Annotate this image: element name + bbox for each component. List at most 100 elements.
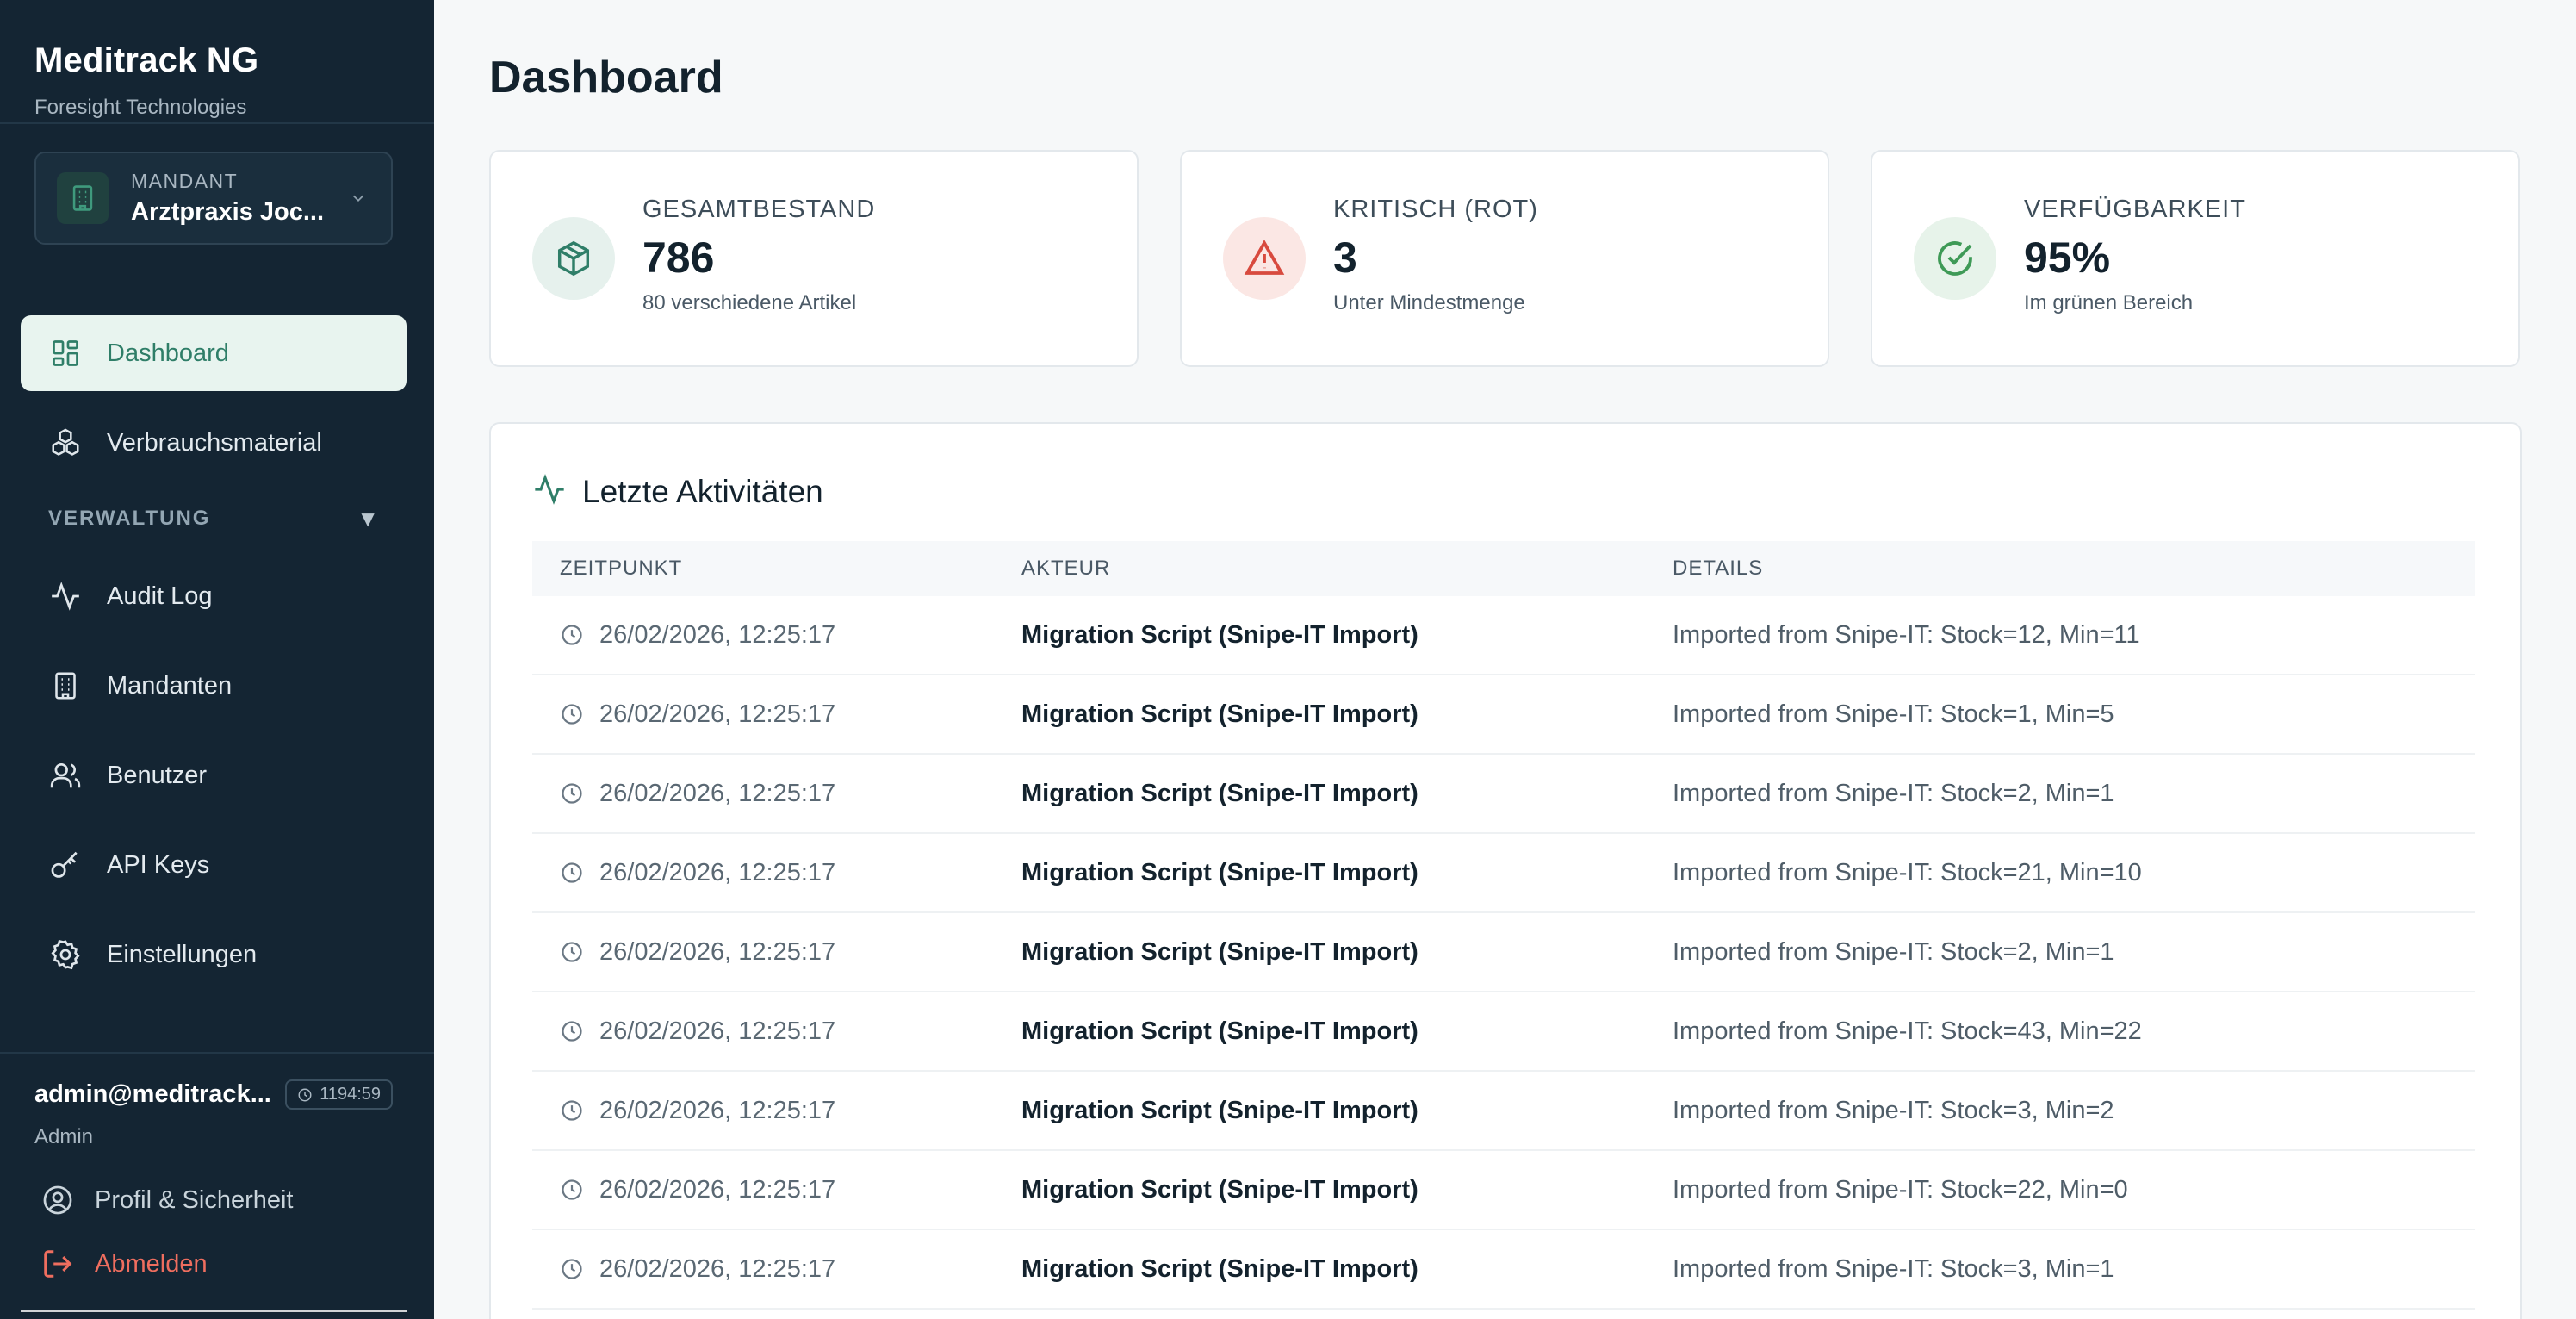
section-toggle-administration[interactable]: VERWALTUNG ▼ — [48, 495, 379, 543]
stat-card-total-stock: GESAMTBESTAND 786 80 verschiedene Artike… — [489, 150, 1139, 367]
section-label: VERWALTUNG — [48, 507, 211, 530]
nav-item-users[interactable]: Benutzer — [21, 737, 407, 813]
column-header-time: ZEITPUNKT — [560, 557, 683, 580]
session-timer-value: 1194:59 — [320, 1085, 381, 1104]
nav-item-api-keys[interactable]: API Keys — [21, 827, 407, 903]
nav-item-dashboard[interactable]: Dashboard — [21, 315, 407, 391]
time-value: 26/02/2026, 12:25:17 — [599, 858, 836, 887]
dashboard-icon — [48, 336, 83, 370]
nav-label-audit-log: Audit Log — [107, 582, 213, 610]
key-icon — [48, 848, 83, 882]
table-row: 26/02/2026, 12:25:17 Migration Script (S… — [532, 755, 2475, 834]
caret-down-icon: ▼ — [357, 505, 379, 532]
nav-label-settings: Einstellungen — [107, 940, 258, 968]
clock-icon — [560, 1257, 584, 1281]
tenant-text: MANDANT Arztpraxis Joc... — [131, 170, 346, 227]
cell-actor: Migration Script (Snipe-IT Import) — [1021, 700, 1418, 728]
nav-item-settings[interactable]: Einstellungen — [21, 917, 407, 992]
nav-item-tenants[interactable]: Mandanten — [21, 648, 407, 724]
activity-icon — [48, 579, 83, 613]
focus-underline — [21, 1310, 407, 1312]
cell-actor: Migration Script (Snipe-IT Import) — [1021, 858, 1418, 887]
clock-icon — [560, 623, 584, 647]
nav-label-api-keys: API Keys — [107, 850, 210, 879]
clock-icon — [298, 1088, 312, 1101]
nav-item-audit-log[interactable]: Audit Log — [21, 558, 407, 634]
cell-actor: Migration Script (Snipe-IT Import) — [1021, 779, 1418, 807]
cell-actor: Migration Script (Snipe-IT Import) — [1021, 1254, 1418, 1283]
nav-item-consumables[interactable]: Verbrauchsmaterial — [21, 405, 407, 481]
cell-details: Imported from Snipe-IT: Stock=43, Min=22 — [1673, 1017, 2142, 1045]
tenant-selector[interactable]: MANDANT Arztpraxis Joc... — [34, 152, 393, 245]
stat-value: 786 — [642, 233, 715, 282]
time-value: 26/02/2026, 12:25:17 — [599, 700, 836, 728]
stat-subtext: 80 verschiedene Artikel — [642, 290, 857, 314]
cell-details: Imported from Snipe-IT: Stock=1, Min=5 — [1673, 700, 2114, 728]
session-timer: 1194:59 — [285, 1079, 393, 1110]
chevron-down-icon — [346, 189, 370, 208]
table-row: 26/02/2026, 12:25:17 Migration Script (S… — [532, 1151, 2475, 1230]
column-header-details: DETAILS — [1673, 557, 1764, 580]
cell-time: 26/02/2026, 12:25:17 — [532, 621, 1021, 650]
brand: Meditrack NG Foresight Technologies — [0, 0, 434, 124]
clock-icon — [560, 1178, 584, 1202]
nav-label-consumables: Verbrauchsmaterial — [107, 428, 322, 457]
nav-label-tenants: Mandanten — [107, 671, 233, 700]
time-value: 26/02/2026, 12:25:17 — [599, 1175, 836, 1204]
boxes-icon — [48, 426, 83, 460]
table-row: 26/02/2026, 12:25:17 Migration Script (S… — [532, 1230, 2475, 1310]
cell-actor: Migration Script (Snipe-IT Import) — [1021, 1096, 1418, 1124]
stat-value: 95% — [2024, 233, 2111, 282]
activity-icon — [532, 472, 567, 511]
app-subtitle: Foresight Technologies — [34, 96, 247, 119]
table-row: 26/02/2026, 12:25:17 Migration Script (S… — [532, 992, 2475, 1072]
clock-icon — [560, 781, 584, 806]
user-panel: admin@meditrack... 1194:59 Admin Profil … — [0, 1052, 434, 1319]
main-nav: Dashboard Verbrauchsmaterial VERWALTUNG … — [0, 315, 434, 992]
page-title: Dashboard — [489, 53, 723, 103]
time-value: 26/02/2026, 12:25:17 — [599, 620, 836, 649]
table-row: 26/02/2026, 12:25:17 Migration Script (S… — [532, 913, 2475, 992]
time-value: 26/02/2026, 12:25:17 — [599, 937, 836, 966]
profile-security-link[interactable]: Profil & Sicherheit — [41, 1184, 434, 1216]
user-role: Admin — [34, 1125, 94, 1148]
cell-time: 26/02/2026, 12:25:17 — [532, 1017, 1021, 1046]
cell-time: 26/02/2026, 12:25:17 — [532, 1255, 1021, 1284]
activity-header: Letzte Aktivitäten — [491, 424, 2520, 511]
profile-link-label: Profil & Sicherheit — [95, 1185, 294, 1214]
building-icon — [48, 669, 83, 703]
nav-label-users: Benutzer — [107, 761, 208, 789]
table-row: 26/02/2026, 12:25:17 Migration Script (S… — [532, 1072, 2475, 1151]
logout-button[interactable]: Abmelden — [41, 1247, 434, 1280]
tenant-name: Arztpraxis Joc... — [131, 198, 325, 226]
cell-time: 26/02/2026, 12:25:17 — [532, 938, 1021, 967]
activity-title: Letzte Aktivitäten — [582, 473, 823, 509]
clock-icon — [560, 1019, 584, 1043]
administration-nav: Audit Log Mandanten Benutzer API Keys Ei… — [0, 558, 434, 992]
sidebar: Meditrack NG Foresight Technologies MAND… — [0, 0, 434, 1319]
users-icon — [48, 758, 83, 793]
stat-label: GESAMTBESTAND — [642, 195, 876, 223]
gear-icon — [48, 937, 83, 972]
user-email: admin@meditrack... — [34, 1080, 271, 1108]
time-value: 26/02/2026, 12:25:17 — [599, 1096, 836, 1124]
stat-subtext: Im grünen Bereich — [2024, 290, 2194, 314]
cell-actor: Migration Script (Snipe-IT Import) — [1021, 937, 1418, 966]
cell-actor: Migration Script (Snipe-IT Import) — [1021, 620, 1418, 649]
stat-card-availability: VERFÜGBARKEIT 95% Im grünen Bereich — [1871, 150, 2520, 367]
cell-details: Imported from Snipe-IT: Stock=2, Min=1 — [1673, 937, 2114, 966]
stat-body: KRITISCH (ROT) 3 Unter Mindestmenge — [1333, 196, 1538, 315]
clock-icon — [560, 1098, 584, 1123]
cell-details: Imported from Snipe-IT: Stock=2, Min=1 — [1673, 779, 2114, 807]
cell-actor: Migration Script (Snipe-IT Import) — [1021, 1017, 1418, 1045]
user-circle-icon — [41, 1184, 74, 1216]
table-row: 26/02/2026, 12:25:17 Migration Script (S… — [532, 596, 2475, 675]
cell-details: Imported from Snipe-IT: Stock=3, Min=1 — [1673, 1254, 2114, 1283]
stat-label: VERFÜGBARKEIT — [2024, 195, 2246, 223]
cell-time: 26/02/2026, 12:25:17 — [532, 1097, 1021, 1125]
stat-body: VERFÜGBARKEIT 95% Im grünen Bereich — [2024, 196, 2246, 315]
app-root: Meditrack NG Foresight Technologies MAND… — [0, 0, 2576, 1319]
table-header: ZEITPUNKT AKTEUR DETAILS — [532, 541, 2475, 596]
user-row: admin@meditrack... 1194:59 — [0, 1054, 434, 1110]
nav-label-dashboard: Dashboard — [107, 339, 229, 367]
